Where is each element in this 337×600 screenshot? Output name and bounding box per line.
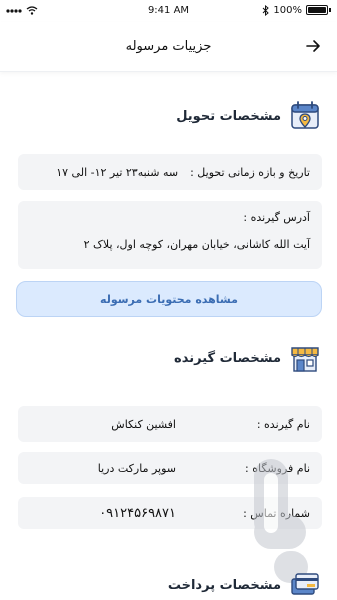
recipient-section-header: مشخصات گیرنده bbox=[174, 342, 321, 374]
status-time: 9:41 AM bbox=[147, 4, 190, 16]
store-icon bbox=[291, 347, 319, 372]
back-arrow-icon bbox=[306, 40, 320, 52]
delivery-datetime-card: تاریخ و بازه زمانی تحویل : سه شنبه۲۳ تیر… bbox=[18, 154, 322, 190]
delivery-section-title: مشخصات تحویل bbox=[176, 108, 281, 124]
recipient-name-card: نام گیرنده : افشین کنکاش bbox=[18, 406, 322, 442]
view-contents-button[interactable]: مشاهده محتویات مرسوله bbox=[16, 281, 322, 317]
page-title: جزییات مرسوله bbox=[125, 39, 212, 54]
delivery-datetime-label: تاریخ و بازه زمانی تحویل : bbox=[190, 165, 310, 179]
phone-value[interactable]: ۰۹۱۲۴۵۶۹۸۷۱ bbox=[99, 506, 176, 521]
address-label: آدرس گیرنده : bbox=[243, 211, 310, 224]
payment-card-icon bbox=[291, 573, 319, 595]
watermark-logo bbox=[254, 459, 308, 583]
recipient-name-label: نام گیرنده : bbox=[256, 417, 310, 431]
recipient-name-value: افشین کنکاش bbox=[111, 417, 176, 431]
recipient-name-row: نام گیرنده : افشین کنکاش bbox=[18, 406, 322, 442]
back-button[interactable] bbox=[303, 36, 323, 56]
store-name-value: سوپر مارکت دریا bbox=[97, 461, 176, 475]
calendar-location-icon bbox=[291, 101, 319, 129]
address-card: آدرس گیرنده : آیت الله کاشانی، خیابان مه… bbox=[18, 201, 322, 269]
app-header: جزییات مرسوله bbox=[0, 22, 337, 72]
payment-section-title: مشخصات پرداخت bbox=[167, 577, 281, 593]
address-value: آیت الله کاشانی، خیابان مهران، کوچه اول،… bbox=[83, 238, 310, 251]
delivery-datetime-value: سه شنبه۲۳ تیر ۱۲- الی ۱۷ bbox=[56, 165, 179, 179]
delivery-section-header: مشخصات تحویل bbox=[176, 100, 321, 132]
delivery-datetime-row: تاریخ و بازه زمانی تحویل : سه شنبه۲۳ تیر… bbox=[18, 154, 322, 190]
battery-icon bbox=[306, 5, 328, 15]
status-bar: 9:41 AM 100% bbox=[0, 0, 337, 20]
recipient-section-title: مشخصات گیرنده bbox=[174, 350, 281, 366]
payment-section-header: مشخصات پرداخت bbox=[168, 569, 321, 600]
